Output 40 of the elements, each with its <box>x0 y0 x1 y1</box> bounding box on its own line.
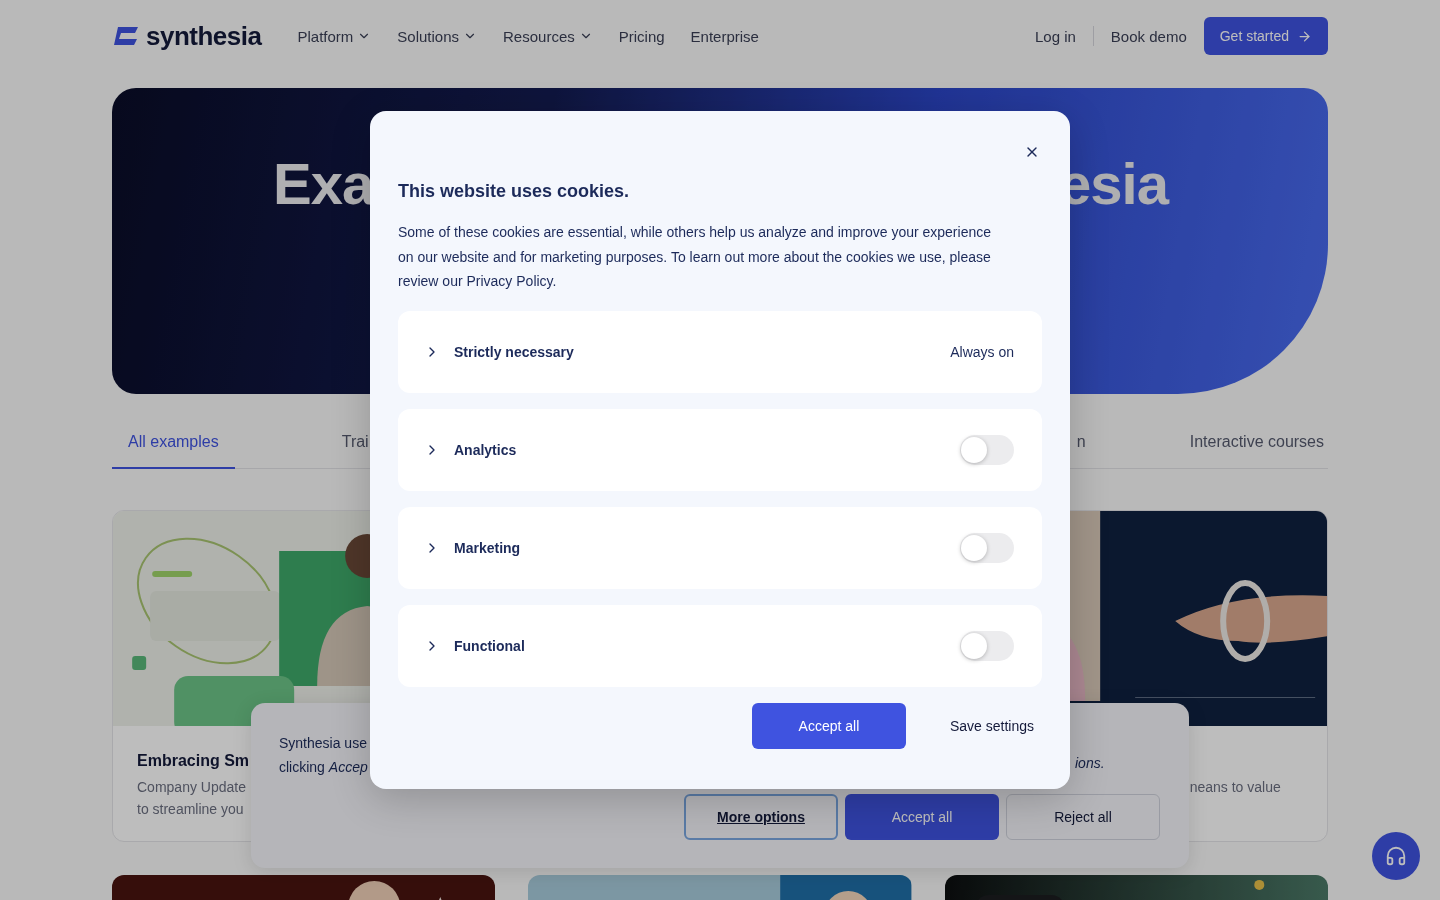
logo-text[interactable]: synthesia <box>146 20 262 52</box>
book-demo-link[interactable]: Book demo <box>1110 27 1187 45</box>
nav-link[interactable]: Platform <box>297 27 372 45</box>
cookie-category[interactable]: Strictly necessary Always on <box>398 310 1042 393</box>
cookie-category[interactable]: Marketing <box>398 506 1042 589</box>
banner-button[interactable]: Accept all <box>845 794 999 840</box>
nav-link[interactable]: Solutions <box>397 27 478 45</box>
dialog-title: This website uses cookies. <box>398 181 631 202</box>
cookie-category[interactable]: Analytics <box>398 408 1042 491</box>
support-button[interactable] <box>1372 832 1420 880</box>
banner-button[interactable]: Reject all <box>1006 794 1160 840</box>
category-tab[interactable]: Trai <box>325 416 385 469</box>
get-started-button[interactable]: Get started <box>1203 17 1328 55</box>
nav-link[interactable]: Resources <box>503 27 593 45</box>
toggle-switch[interactable] <box>960 630 1014 661</box>
headset-icon <box>1385 845 1407 867</box>
dialog-text: Some of these cookies are essential, while others help us analyze and improve your experience on our website and for marketing purposes. To learn out more about the cookies we use, please review our Privacy Policy. <box>398 223 992 291</box>
accept-all-button[interactable]: Accept all <box>751 702 906 749</box>
card-description: neans to value <box>1189 778 1282 797</box>
category-tab[interactable]: n <box>1076 416 1086 469</box>
hero-title: Exa <box>273 150 374 218</box>
category-tab[interactable]: Interactive courses <box>1173 416 1328 469</box>
nav-link[interactable]: Enterprise <box>690 27 759 45</box>
login-link[interactable]: Log in <box>1034 27 1076 45</box>
logo-icon <box>112 26 140 46</box>
category-label: Strictly necessary <box>454 343 574 360</box>
card-description: Company Update <box>137 778 247 797</box>
category-label: Analytics <box>454 441 517 458</box>
card-title: Embracing Sm <box>137 752 250 770</box>
category-tab[interactable]: All examples <box>112 416 235 469</box>
card-description: to streamline you <box>137 800 245 819</box>
toggle-switch[interactable] <box>960 532 1014 563</box>
save-settings-button[interactable]: Save settings <box>945 702 1038 749</box>
toggle-switch[interactable] <box>960 434 1014 465</box>
banner-button[interactable]: More options <box>684 794 838 840</box>
banner-text: Synthesia use clicking Accep <box>279 734 369 777</box>
cookie-category[interactable]: Functional <box>398 604 1042 687</box>
category-status: Always on <box>950 343 1014 360</box>
nav-link[interactable]: Pricing <box>618 27 665 45</box>
banner-text: ions. <box>1075 755 1105 771</box>
